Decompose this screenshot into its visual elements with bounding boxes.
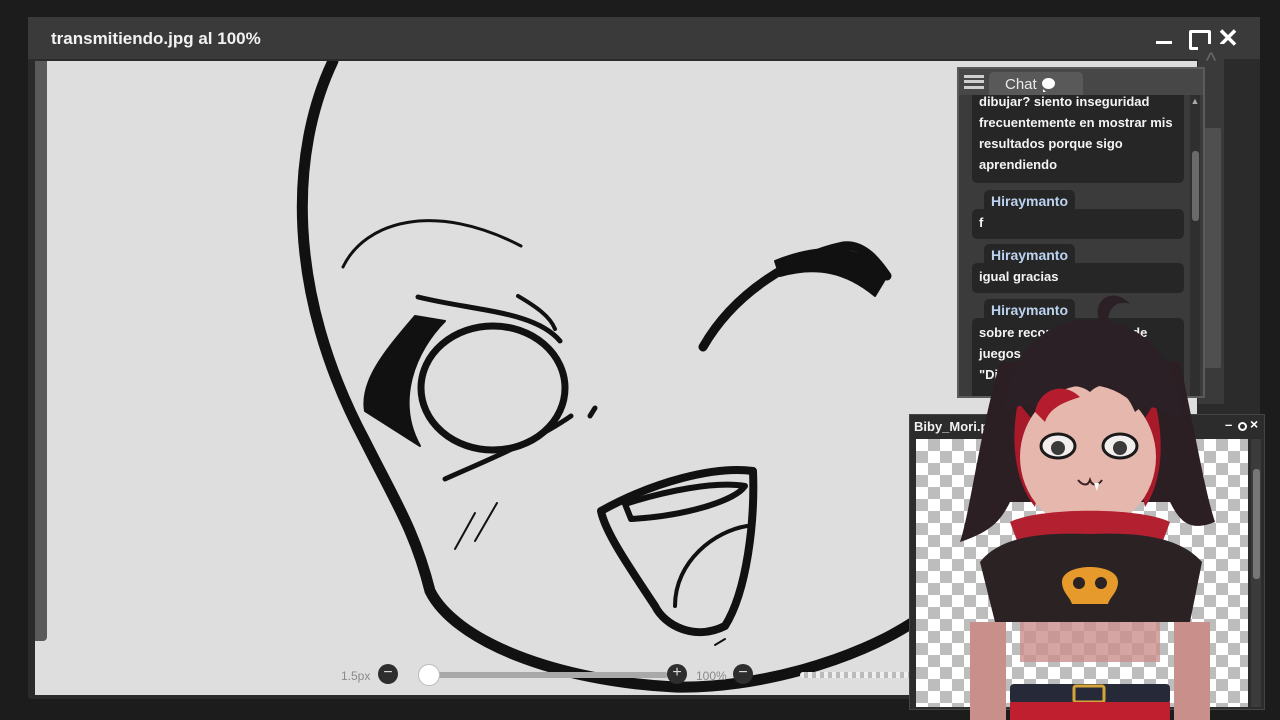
skull-print [1062,567,1118,604]
scroll-up-icon[interactable]: ▲ [1190,95,1200,107]
zoom-label: 100% [696,669,727,683]
image-scrollbar[interactable] [1251,439,1261,707]
brush-size-slider[interactable] [428,672,668,678]
hair-ahoge [1097,295,1130,324]
left-arm [970,622,1006,720]
title-bar[interactable]: transmitiendo.jpg al 100% ✕ [28,17,1260,59]
brush-size-label: 1.5px [341,669,371,683]
tab-chat[interactable]: Chat [989,72,1083,96]
left-brow [341,219,523,269]
chat-scrollbar-thumb[interactable] [1192,151,1199,221]
message-line: dibujar? siento inseguridad [979,95,1150,109]
message-line: aprendiendo [979,157,1058,172]
zoom-minus-button[interactable]: − [733,664,753,684]
vtuber-avatar [960,295,1215,720]
image-scrollbar-thumb[interactable] [1253,469,1260,579]
blush-2 [474,502,498,542]
close-icon[interactable]: × [1250,416,1258,432]
chat-tab-label: Chat [1005,76,1037,93]
menu-icon[interactable] [964,75,984,89]
brush-size-plus-button[interactable]: + [667,664,687,684]
chat-message: f [972,209,1184,239]
zoom-toolbar: 1.5px − + 100% − [338,664,950,686]
chat-message: dibujar? siento inseguridad frecuentemen… [972,95,1184,183]
chat-message: igual gracias [972,263,1184,293]
eye-upper-lid [415,294,563,344]
minimize-icon[interactable] [1152,28,1176,50]
message-line: frecuentemente en mostrar mis [979,115,1173,130]
message-line: resultados porque sigo [979,136,1123,151]
right-arm [1174,622,1210,720]
blush-1 [454,512,476,550]
message-line: f [979,215,984,230]
message-line: igual gracias [979,269,1059,284]
skirt [1010,702,1170,720]
nose-mark [587,405,598,419]
restore-icon[interactable] [1238,422,1247,431]
brush-size-slider-thumb[interactable] [418,664,440,686]
chat-header: Chat [959,69,1203,96]
torso-mesh [1020,622,1160,662]
chat-bubble-icon [1041,78,1055,92]
window-title: transmitiendo.jpg al 100% [51,29,261,48]
chin-mark [714,638,726,646]
brush-size-minus-button[interactable]: − [378,664,398,684]
